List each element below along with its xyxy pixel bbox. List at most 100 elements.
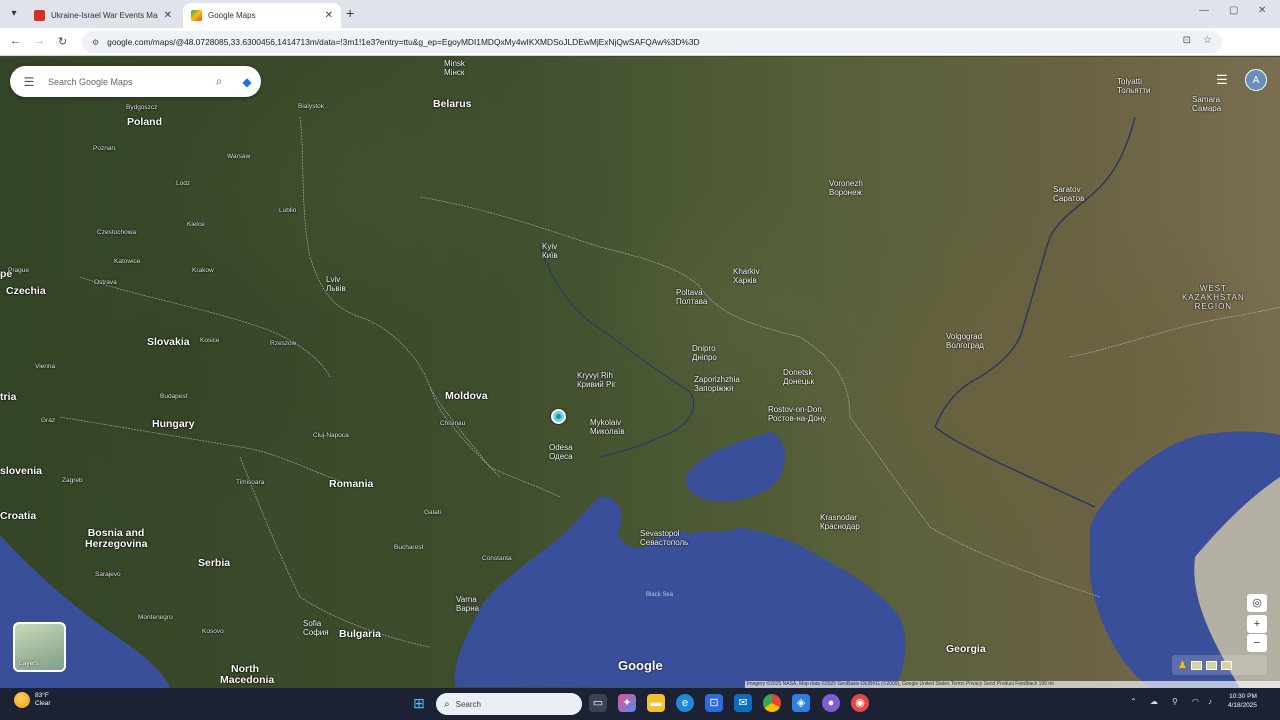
map-label-town[interactable]: Bialystok <box>298 103 324 110</box>
map-label-sea[interactable]: Black Sea <box>646 592 673 599</box>
show-hidden-icons[interactable]: ⌃ <box>1130 697 1137 706</box>
close-tab-icon[interactable]: ✕ <box>325 10 333 21</box>
search-icon[interactable]: ⌕ <box>205 74 233 89</box>
map-label-city[interactable]: Saratov Саратов <box>1053 185 1084 203</box>
map-label-town[interactable]: Bydgoszcz <box>126 104 157 111</box>
map-label-country[interactable]: Slovakia <box>147 337 190 348</box>
back-arrow-icon[interactable]: ← <box>10 35 21 47</box>
network-icon[interactable]: ⚲ <box>1172 697 1178 706</box>
install-app-icon[interactable]: ⊡ <box>1183 35 1191 46</box>
map-label-city[interactable]: Mykolaiv Миколаїв <box>590 418 625 436</box>
map-label-country[interactable]: tria <box>0 392 16 403</box>
tab-search-menu-icon[interactable]: ▾ <box>6 6 22 22</box>
address-bar[interactable]: ⚙ google.com/maps/@48.0728085,33.6300456… <box>82 31 1222 53</box>
onedrive-icon[interactable]: ☁ <box>1150 697 1158 706</box>
search-input[interactable]: Search Google Maps <box>48 77 205 87</box>
satellite-map[interactable]: Belarus Poland Czechia Slovakia Hungary … <box>0 57 1280 688</box>
bookmark-star-icon[interactable]: ☆ <box>1203 35 1212 46</box>
map-label-town[interactable]: Chisinau <box>440 420 465 427</box>
store-icon[interactable]: ⊡ <box>705 694 723 712</box>
task-view-icon[interactable]: ▭ <box>589 694 607 712</box>
map-label-city[interactable]: Dnipro Дніпро <box>692 344 717 362</box>
map-label-city[interactable]: Sevastopol Севастополь <box>640 529 688 547</box>
map-label-town[interactable]: Lublin <box>279 207 296 214</box>
forward-arrow-icon[interactable]: → <box>34 35 45 47</box>
map-label-country[interactable]: Georgia <box>946 644 986 655</box>
street-view-bar[interactable]: ♟ <box>1172 655 1267 675</box>
map-location-pin[interactable] <box>551 409 566 424</box>
google-apps-icon[interactable]: ☰ <box>1216 72 1228 88</box>
tab-ukraine-map[interactable]: Ukraine-Israel War Events Map ✕ <box>26 3 180 28</box>
app-icon[interactable]: ◈ <box>792 694 810 712</box>
site-info-icon[interactable]: ⚙ <box>92 38 99 47</box>
map-label-city[interactable]: Odesa Одеса <box>549 443 573 461</box>
zoom-out-button[interactable]: − <box>1247 634 1267 652</box>
map-label-city[interactable]: Lviv Львів <box>326 275 346 293</box>
map-label-town[interactable]: Zagreb <box>62 477 83 484</box>
my-location-button[interactable]: ◎ <box>1247 594 1267 612</box>
copilot-icon[interactable]: ✦ <box>618 694 636 712</box>
taskbar-search-input[interactable]: Search <box>456 700 481 709</box>
chrome-icon[interactable] <box>763 694 781 712</box>
map-label-city[interactable]: Kyiv Київ <box>542 242 558 260</box>
map-label-town[interactable]: Graz <box>41 417 55 424</box>
map-label-town[interactable]: Warsaw <box>227 153 250 160</box>
map-label-town[interactable]: Czestochowa <box>97 229 136 236</box>
map-label-city[interactable]: Tolyatti Тольятти <box>1117 77 1151 95</box>
map-label-country[interactable]: Bosnia and Herzegovina <box>85 528 147 550</box>
minimize-icon[interactable]: — <box>1199 5 1209 16</box>
maximize-icon[interactable]: ▢ <box>1229 5 1238 16</box>
map-label-region[interactable]: WEST KAZAKHSTAN REGION <box>1182 284 1245 311</box>
map-label-country[interactable]: Croatia <box>0 511 36 522</box>
map-label-town[interactable]: Poznan <box>93 145 115 152</box>
map-label-town[interactable]: Kosovo <box>202 628 224 635</box>
map-label-country[interactable]: Romania <box>329 479 373 490</box>
map-label-country[interactable]: Hungary <box>152 419 195 430</box>
map-label-town[interactable]: Rzeszow <box>270 340 296 347</box>
map-label-country[interactable]: Poland <box>127 117 162 128</box>
map-label-town[interactable]: Timisoara <box>236 479 264 486</box>
weather-widget[interactable]: 83°F Clear <box>14 692 51 708</box>
edge-browser-icon[interactable]: e <box>676 694 694 712</box>
imagery-thumb[interactable] <box>1220 660 1232 670</box>
map-label-country[interactable]: North Macedonia <box>220 664 274 686</box>
directions-icon[interactable]: ◆ <box>233 75 261 89</box>
map-label-town[interactable]: Prague <box>8 267 29 274</box>
system-clock[interactable]: 10:30 PM 4/18/2025 <box>1228 692 1257 710</box>
map-label-country[interactable]: Czechia <box>6 286 46 297</box>
map-label-town[interactable]: Vienna <box>35 363 55 370</box>
map-label-city[interactable]: Volgograd Волгоград <box>946 332 984 350</box>
map-attribution[interactable]: Imagery ©2025 NASA, Map data ©2025 GeoBa… <box>745 681 1280 688</box>
windows-start-icon[interactable]: ⊞ <box>410 694 428 712</box>
close-tab-icon[interactable]: ✕ <box>164 10 172 21</box>
map-label-town[interactable]: Montenegro <box>138 614 173 621</box>
mail-icon[interactable]: ✉ <box>734 694 752 712</box>
maps-search-box[interactable]: ☰ Search Google Maps ⌕ ◆ <box>10 66 261 97</box>
file-explorer-icon[interactable]: ▬ <box>647 694 665 712</box>
zoom-in-button[interactable]: + <box>1247 615 1267 633</box>
map-label-city[interactable]: Minsk Мінск <box>444 59 465 77</box>
taskbar-search[interactable]: ⌕ Search <box>436 693 582 715</box>
app-icon[interactable]: ● <box>822 694 840 712</box>
map-label-town[interactable]: Cluj-Napoca <box>313 432 349 439</box>
imagery-thumb[interactable] <box>1205 660 1217 670</box>
map-label-city[interactable]: Krasnodar Краснодар <box>820 513 860 531</box>
map-label-city[interactable]: Poltava Полтава <box>676 288 707 306</box>
map-label-city[interactable]: Donetsk Донецьк <box>783 368 814 386</box>
map-label-country[interactable]: Bulgaria <box>339 629 381 640</box>
map-label-town[interactable]: Sarajevo <box>95 571 121 578</box>
tab-google-maps[interactable]: Google Maps ✕ <box>183 3 341 28</box>
map-label-town[interactable]: Kielce <box>187 221 205 228</box>
map-label-town[interactable]: Budapest <box>160 393 187 400</box>
account-avatar[interactable]: A <box>1245 69 1267 91</box>
map-label-country[interactable]: Belarus <box>433 99 472 110</box>
map-label-city[interactable]: Voronezh Воронеж <box>829 179 863 197</box>
map-label-town[interactable]: Lodz <box>176 180 190 187</box>
hamburger-menu-icon[interactable]: ☰ <box>10 75 48 89</box>
map-label-country[interactable]: Serbia <box>198 558 230 569</box>
map-label-city[interactable]: Sofia София <box>303 619 329 637</box>
map-label-town[interactable]: Krakow <box>192 267 214 274</box>
imagery-thumb[interactable] <box>1190 660 1202 670</box>
map-label-city[interactable]: Zaporizhzhia Запоріжжя <box>694 375 740 393</box>
close-window-icon[interactable]: ✕ <box>1258 5 1266 16</box>
